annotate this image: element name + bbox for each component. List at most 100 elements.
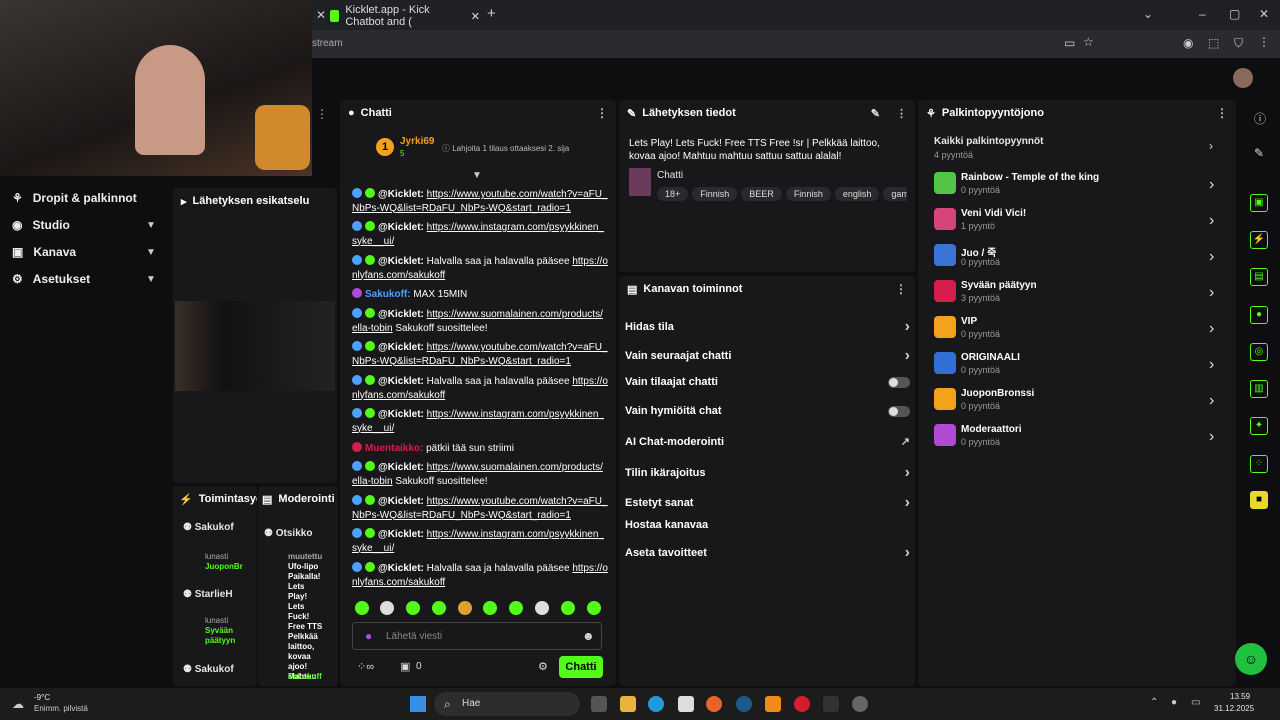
- emote-icon[interactable]: [432, 601, 446, 615]
- opera-icon[interactable]: [794, 696, 810, 712]
- chevron-right-icon[interactable]: ›: [1209, 320, 1214, 338]
- edit-icon[interactable]: ✎: [871, 107, 880, 120]
- chat-username[interactable]: @Kicklet:: [378, 462, 424, 473]
- more-options-icon[interactable]: ⋮: [896, 107, 907, 120]
- preview-video[interactable]: [175, 301, 335, 391]
- weather-icon[interactable]: ☁: [12, 697, 24, 711]
- chat-username[interactable]: @Kicklet:: [378, 496, 424, 507]
- close-window-icon[interactable]: ✕: [1259, 7, 1269, 21]
- chevron-right-icon[interactable]: ›: [905, 347, 910, 365]
- send-chat-button[interactable]: Chatti: [559, 656, 603, 678]
- vlc-icon[interactable]: [765, 696, 781, 712]
- windows-start-icon[interactable]: [410, 696, 426, 712]
- channel-action-item[interactable]: Hidas tila ›: [625, 318, 910, 336]
- profile-icon[interactable]: ◉: [1183, 36, 1193, 50]
- terminal-icon[interactable]: [823, 696, 839, 712]
- file-explorer-icon[interactable]: [620, 696, 636, 712]
- nav-item-channel[interactable]: ▣ Kanava: [12, 245, 76, 259]
- cast-icon[interactable]: ▭: [1064, 36, 1075, 50]
- emoji-icon[interactable]: ☻: [582, 629, 595, 643]
- chevron-right-icon[interactable]: ›: [905, 544, 910, 562]
- emote-icon[interactable]: [535, 601, 549, 615]
- channel-action-item[interactable]: Vain tilaajat chatti: [625, 376, 910, 388]
- stream-tag[interactable]: english: [834, 187, 880, 201]
- gift-icon[interactable]: ▣: [400, 660, 410, 673]
- chevron-right-icon[interactable]: ›: [1209, 176, 1214, 194]
- chat-username[interactable]: @Kicklet:: [378, 309, 424, 320]
- chat-username[interactable]: @Kicklet:: [378, 189, 424, 200]
- external-link-icon[interactable]: ↗: [901, 435, 910, 448]
- chevron-up-icon[interactable]: ⌃: [1150, 697, 1158, 708]
- channel-action-item[interactable]: Hostaa kanavaa: [625, 519, 910, 531]
- emote-icon[interactable]: [483, 601, 497, 615]
- reward-item[interactable]: ORIGINAALI 0 pyyntöä ›: [934, 352, 1224, 382]
- toggle-switch[interactable]: [888, 376, 910, 388]
- emote-icon[interactable]: [355, 601, 369, 615]
- shield-icon[interactable]: ⛉: [1234, 36, 1243, 51]
- maximize-icon[interactable]: ▢: [1229, 7, 1240, 21]
- channel-action-item[interactable]: Vain hymiöitä chat: [625, 405, 910, 417]
- chat-username[interactable]: @Kicklet:: [378, 563, 424, 574]
- emote-icon[interactable]: [509, 601, 523, 615]
- chat-username[interactable]: @Kicklet:: [378, 529, 424, 540]
- all-rewards-label[interactable]: Kaikki palkintopyynnöt: [934, 136, 1043, 147]
- chat-username[interactable]: Sakukoff:: [365, 289, 411, 300]
- info-icon[interactable]: ⓘ: [1254, 110, 1266, 127]
- reward-item[interactable]: Juo / 죽0 pyyntöä ›: [934, 244, 1224, 274]
- stream-tag[interactable]: games: [883, 187, 907, 201]
- overlay-menu-icon[interactable]: ⋮: [316, 107, 328, 121]
- chevron-right-icon[interactable]: ›: [1209, 248, 1214, 266]
- reward-item[interactable]: JuoponBronssi 0 pyyntöä ›: [934, 388, 1224, 418]
- bookmark-star-icon[interactable]: ☆: [1083, 35, 1094, 49]
- channel-action-item[interactable]: Vain seuraajat chatti ›: [625, 347, 910, 365]
- chat-settings-icon[interactable]: ⚙: [538, 660, 548, 673]
- task-view-icon[interactable]: [591, 696, 607, 712]
- menu-icon[interactable]: ⋮: [1258, 35, 1270, 49]
- more-options-icon[interactable]: ⋮: [1216, 106, 1228, 120]
- channel-action-item[interactable]: Tilin ikärajoitus ›: [625, 464, 910, 482]
- emote-icon[interactable]: [561, 601, 575, 615]
- more-options-icon[interactable]: ⋮: [596, 106, 608, 120]
- document-icon[interactable]: ▤: [1250, 268, 1268, 286]
- close-tab-icon[interactable]: ✕: [316, 8, 326, 22]
- chevron-right-icon[interactable]: ›: [1209, 392, 1214, 410]
- chat-username[interactable]: @Kicklet:: [378, 376, 424, 387]
- reward-item[interactable]: Syvään päätyyn 3 pyyntöä ›: [934, 280, 1224, 310]
- broadcast-icon[interactable]: ◎: [1250, 343, 1268, 361]
- nav-item-drops[interactable]: ⚘ Dropit & palkinnot: [12, 191, 137, 205]
- reward-item[interactable]: Veni Vidi Vici! 1 pyyntö ›: [934, 208, 1224, 238]
- network-icon[interactable]: ▭: [1191, 697, 1200, 708]
- emote-icon[interactable]: [458, 601, 472, 615]
- reward-item[interactable]: Moderaattori 0 pyyntöä ›: [934, 424, 1224, 454]
- stream-tag[interactable]: Finnish: [692, 187, 738, 201]
- close-tab-icon[interactable]: ✕: [471, 10, 480, 23]
- channel-action-item[interactable]: AI Chat-moderointi ↗: [625, 435, 910, 449]
- minimize-icon[interactable]: –: [1199, 7, 1206, 21]
- channel-action-item[interactable]: Aseta tavoitteet ›: [625, 544, 910, 562]
- stream-tag[interactable]: Finnish: [785, 187, 831, 201]
- chat-input-box[interactable]: ● Lähetä viesti ☻: [352, 622, 602, 650]
- chat-username[interactable]: @Kicklet:: [378, 342, 424, 353]
- chevron-right-icon[interactable]: ›: [1209, 356, 1214, 374]
- pinned-collapse-icon[interactable]: ▼: [472, 170, 482, 181]
- browser-tab[interactable]: Kicklet.app - Kick Chatbot and ( ✕: [330, 4, 480, 28]
- nav-item-studio[interactable]: ◉ Studio: [12, 218, 70, 232]
- store-icon[interactable]: [678, 696, 694, 712]
- firefox-icon[interactable]: [706, 696, 722, 712]
- stream-tag[interactable]: 18+: [657, 187, 689, 201]
- chevron-right-icon[interactable]: ›: [1209, 428, 1214, 446]
- chevron-right-icon[interactable]: ›: [905, 494, 910, 512]
- chevron-right-icon[interactable]: ›: [1209, 284, 1214, 302]
- stream-tag[interactable]: BEER: [741, 187, 782, 201]
- layout-icon[interactable]: ▥: [1250, 380, 1268, 398]
- chevron-right-icon[interactable]: ›: [1209, 212, 1214, 230]
- emote-icon[interactable]: [587, 601, 601, 615]
- taskbar-search[interactable]: ⌕ Hae: [434, 692, 580, 716]
- chat-username[interactable]: @Kicklet:: [378, 222, 424, 233]
- wrench-icon[interactable]: ✦: [1250, 417, 1268, 435]
- avatar[interactable]: [1233, 68, 1253, 88]
- steam-icon[interactable]: [736, 696, 752, 712]
- toggle-switch[interactable]: [888, 405, 910, 417]
- chat-username[interactable]: @Kicklet:: [378, 409, 424, 420]
- chevron-right-icon[interactable]: ›: [905, 318, 910, 336]
